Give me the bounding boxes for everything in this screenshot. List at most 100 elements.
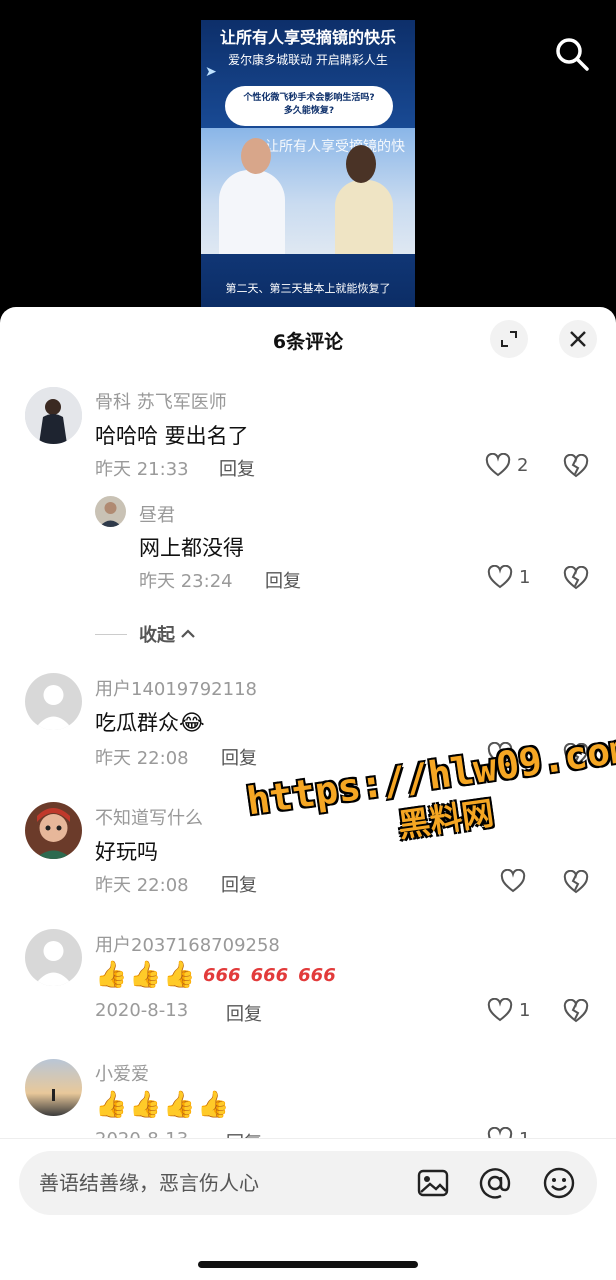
thumbs-up-icon: 👍 xyxy=(95,1090,128,1120)
heart-icon xyxy=(500,869,526,893)
comment-text: 哈哈哈 要出名了 xyxy=(95,424,249,448)
video-player[interactable]: 让所有人享受摘镜的快乐 ➤ 爱尔康多城联动 开启睛彩人生 个性化微飞秒手术会影响… xyxy=(0,0,616,330)
mention-button[interactable] xyxy=(477,1165,513,1201)
avatar[interactable] xyxy=(25,929,82,986)
comment-time: 昨天 22:08 xyxy=(95,748,189,769)
avatar[interactable] xyxy=(95,496,126,527)
thumbs-up-icon: 👍 xyxy=(95,960,128,990)
broken-heart-icon xyxy=(563,453,589,478)
video-headline: 让所有人享受摘镜的快乐 xyxy=(219,28,396,47)
like-button[interactable]: 1 xyxy=(487,742,530,766)
like-count: 1 xyxy=(519,743,531,765)
thumbs-up-icon: 👍 xyxy=(129,960,162,990)
collapse-label: 收起 xyxy=(139,625,175,646)
emoji-row: 👍 👍 👍 👍 xyxy=(95,1090,230,1120)
comment-username[interactable]: 用户2037168709258 xyxy=(95,931,280,957)
smile-icon xyxy=(543,1167,575,1199)
emoji-button[interactable] xyxy=(541,1165,577,1201)
avatar[interactable] xyxy=(25,1059,82,1116)
comment-time: 2020-8-13 xyxy=(95,1000,189,1021)
expand-button[interactable] xyxy=(490,320,528,358)
heart-icon xyxy=(485,453,511,477)
like-button[interactable]: 1 xyxy=(487,998,530,1022)
video-question-bubble: 个性化微飞秒手术会影响生活吗? 多久能恢复? xyxy=(225,86,393,126)
search-icon xyxy=(556,38,589,71)
comment-username[interactable]: 骨科 苏飞军医师 xyxy=(95,388,227,414)
doctor-figure xyxy=(219,170,285,254)
comment-time: 昨天 22:08 xyxy=(95,875,189,896)
six-emoji: 666 xyxy=(298,964,336,986)
dislike-button[interactable] xyxy=(563,869,589,898)
thumbs-up-icon: 👍 xyxy=(197,1090,230,1120)
six-emoji: 666 xyxy=(203,964,241,986)
comment-text: 👍 👍 👍 666 666 666 xyxy=(95,960,336,990)
avatar[interactable] xyxy=(25,387,82,444)
close-icon xyxy=(570,331,586,347)
comment-username[interactable]: 用户14019792118 xyxy=(95,675,257,701)
close-button[interactable] xyxy=(559,320,597,358)
chevron-up-icon xyxy=(181,629,195,638)
image-button[interactable] xyxy=(415,1165,451,1201)
divider xyxy=(95,633,127,635)
avatar[interactable] xyxy=(25,673,82,730)
comment-username[interactable]: 昼君 xyxy=(139,501,175,527)
watermark-url: https://hlw09.com xyxy=(244,725,616,824)
reply-button[interactable]: 回复 xyxy=(226,1000,262,1026)
heart-icon xyxy=(487,565,513,589)
comment-input-container[interactable] xyxy=(19,1151,597,1215)
host-head xyxy=(346,145,376,183)
comment-time: 昨天 23:24 xyxy=(139,571,233,592)
laughing-emoji-icon: 😂 xyxy=(179,711,205,736)
comment-sheet: 6条评论 骨科 苏飞军医师 哈哈哈 要出名了 昨天 21:33 回复 2 昼君 … xyxy=(0,307,616,1280)
thumbs-up-icon: 👍 xyxy=(163,960,196,990)
dislike-button[interactable] xyxy=(563,998,589,1027)
video-bg-text: 让所有人享受摘镜的快 xyxy=(265,139,405,155)
doctor-head xyxy=(241,138,271,174)
comment-text: 网上都没得 xyxy=(139,536,244,560)
heart-icon xyxy=(487,998,513,1022)
video-subline: 爱尔康多城联动 开启睛彩人生 xyxy=(228,53,388,67)
image-icon xyxy=(417,1169,449,1197)
comment-time: 昨天 21:33 xyxy=(95,459,189,480)
watermark: https://hlw09.com 黑料网 xyxy=(244,726,616,867)
broken-heart-icon xyxy=(563,565,589,590)
home-indicator[interactable] xyxy=(198,1261,418,1268)
comment-username[interactable]: 不知道写什么 xyxy=(95,804,203,830)
dislike-button[interactable] xyxy=(563,565,589,594)
reply-button[interactable]: 回复 xyxy=(219,455,255,481)
like-count: 1 xyxy=(519,999,531,1021)
at-icon xyxy=(479,1168,511,1199)
comment-input-bar xyxy=(0,1138,616,1280)
video-frame[interactable]: 让所有人享受摘镜的快乐 ➤ 爱尔康多城联动 开启睛彩人生 个性化微飞秒手术会影响… xyxy=(201,20,415,320)
like-button[interactable]: 1 xyxy=(487,565,530,589)
like-button[interactable] xyxy=(500,869,526,893)
avatar[interactable] xyxy=(25,802,82,859)
thumbs-up-icon: 👍 xyxy=(163,1090,196,1120)
like-button[interactable]: 2 xyxy=(485,453,528,477)
like-count: 1 xyxy=(519,566,531,588)
watermark-name: 黑料网 xyxy=(395,793,497,845)
host-figure xyxy=(335,180,393,254)
comment-input[interactable] xyxy=(39,1151,409,1215)
search-button[interactable] xyxy=(554,36,590,72)
comment-username[interactable]: 小爱爱 xyxy=(95,1060,149,1086)
broken-heart-icon xyxy=(563,742,589,767)
comment-text: 吃瓜群众😂 xyxy=(95,711,205,736)
reply-button[interactable]: 回复 xyxy=(221,744,257,770)
video-caption: 第二天、第三天基本上就能恢复了 xyxy=(225,282,391,295)
broken-heart-icon xyxy=(563,869,589,894)
six-emoji: 666 xyxy=(250,964,289,986)
reply-button[interactable]: 回复 xyxy=(265,567,301,593)
like-count: 2 xyxy=(517,454,529,476)
thumbs-up-icon: 👍 xyxy=(129,1090,162,1120)
dislike-button[interactable] xyxy=(563,742,589,771)
comment-text: 👍 👍 👍 👍 xyxy=(95,1090,230,1120)
expand-icon xyxy=(501,331,517,347)
emoji-row: 👍 👍 👍 666 666 666 xyxy=(95,960,336,990)
collapse-replies-button[interactable]: 收起 xyxy=(95,621,197,647)
broken-heart-icon xyxy=(563,998,589,1023)
comment-text: 好玩吗 xyxy=(95,840,158,864)
heart-icon xyxy=(487,742,513,766)
reply-button[interactable]: 回复 xyxy=(221,871,257,897)
dislike-button[interactable] xyxy=(563,453,589,482)
